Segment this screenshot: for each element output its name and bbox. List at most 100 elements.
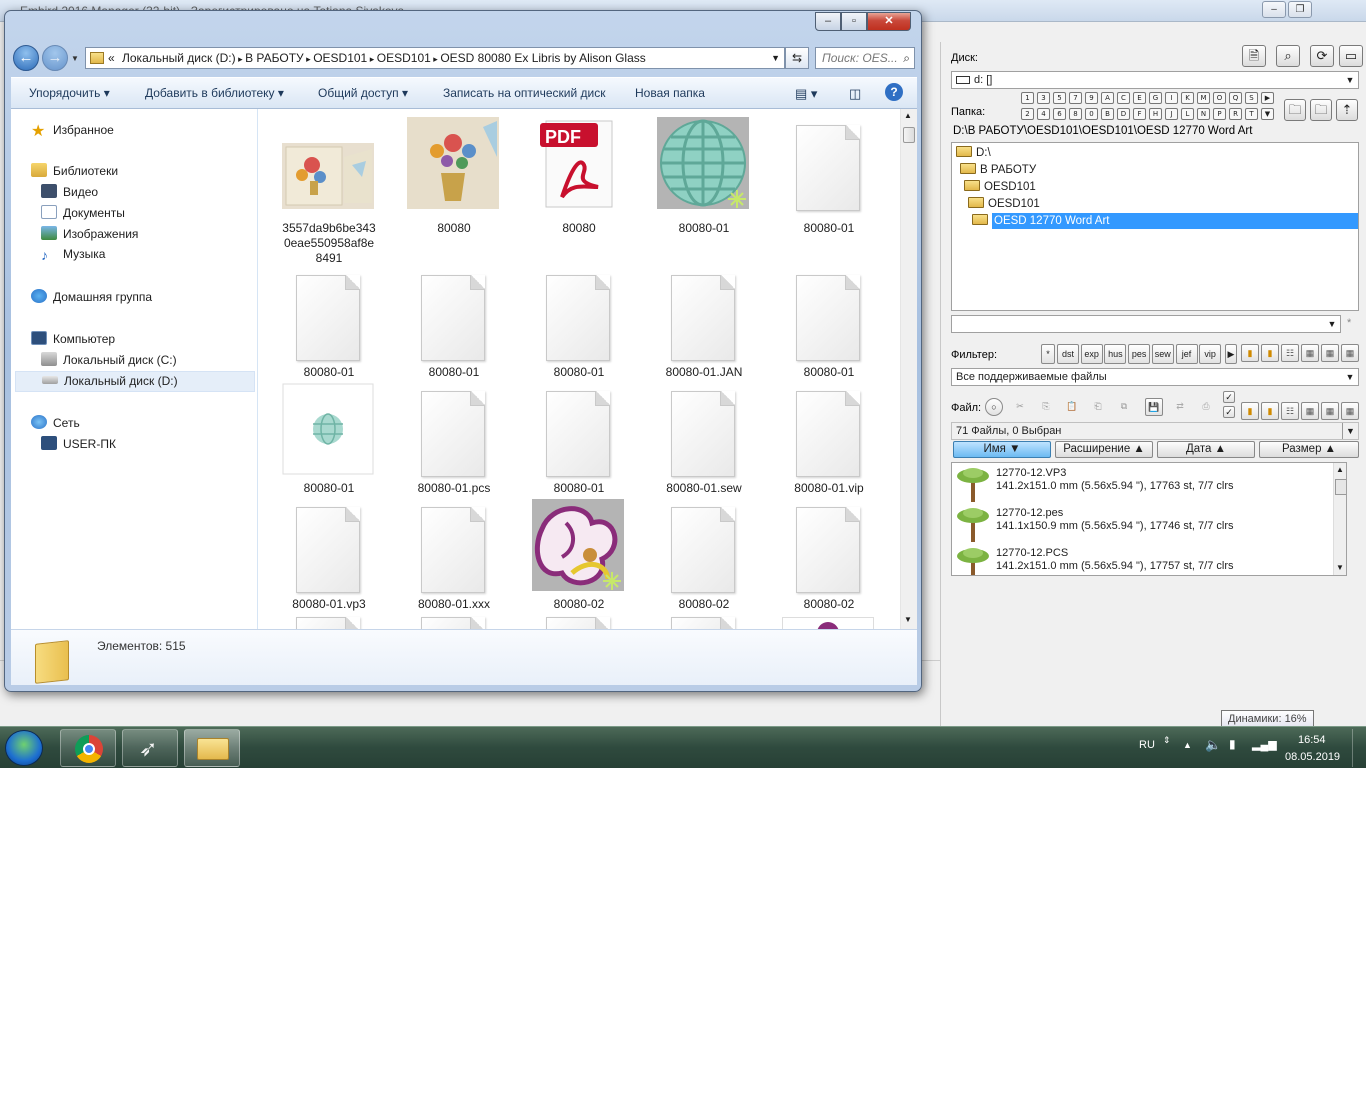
minimize-button[interactable]: – <box>815 12 841 31</box>
letter-button[interactable]: G <box>1149 92 1162 104</box>
file-tile[interactable]: 80080-01.xxx <box>387 499 499 629</box>
chrome-icon[interactable] <box>60 729 116 767</box>
tree-node[interactable]: OESD101 <box>964 179 1036 195</box>
filter-button[interactable]: * <box>1041 344 1055 364</box>
file-tile[interactable]: 80080-02 <box>637 499 749 629</box>
signal-icon[interactable]: ▂▄▆ <box>1252 738 1277 751</box>
breadcrumb-item[interactable]: OESD 80080 Ex Libris by Alison Glass <box>440 51 645 65</box>
clock-time[interactable]: 16:54 <box>1298 734 1326 746</box>
letter-button[interactable]: P <box>1213 108 1226 120</box>
thread-icon[interactable]: ▮ <box>1261 402 1279 420</box>
folder-up-icon[interactable]: ⇡ <box>1336 99 1358 121</box>
refresh-icon[interactable]: ⇆ <box>785 47 809 69</box>
nav-images[interactable]: Изображения <box>41 226 138 241</box>
breadcrumb-item[interactable]: OESD101 <box>313 51 367 65</box>
arrow-right-icon[interactable]: ▶ <box>1261 92 1274 104</box>
letter-button[interactable]: F <box>1133 108 1146 120</box>
document-icon[interactable] <box>421 617 485 629</box>
folder-icon[interactable]: 🗀 <box>1310 99 1332 121</box>
file-tile[interactable]: 3557da9b6be3430eae550958af8e8491 <box>262 117 376 265</box>
breadcrumb-item[interactable]: В РАБОТУ <box>245 51 304 65</box>
letter-button[interactable]: 8 <box>1069 108 1082 120</box>
letter-button[interactable]: A <box>1101 92 1114 104</box>
nav-homegroup[interactable]: Домашняя группа <box>31 289 152 304</box>
checkbox-1[interactable]: ✓ <box>1223 391 1235 403</box>
volume-icon[interactable]: 🔈 <box>1205 737 1221 753</box>
letter-button[interactable]: 6 <box>1053 108 1066 120</box>
content-scrollbar[interactable]: ▲ ▼ <box>900 109 917 629</box>
print-icon[interactable]: ⎙ <box>1197 398 1215 416</box>
document-icon[interactable] <box>671 617 735 629</box>
checkbox-2[interactable]: ✓ <box>1223 406 1235 418</box>
letter-button[interactable]: B <box>1101 108 1114 120</box>
file-tile[interactable]: 80080-02 <box>762 499 874 629</box>
letter-button[interactable]: 3 <box>1037 92 1050 104</box>
nav-music[interactable]: ♪ Музыка <box>41 247 105 263</box>
medium-icons-icon[interactable]: ▦ <box>1321 344 1339 362</box>
extra-combo[interactable]: ▼ <box>951 315 1341 333</box>
nav-disk-d[interactable]: Локальный диск (D:) <box>15 371 255 392</box>
breadcrumb-item[interactable]: OESD101 <box>377 51 431 65</box>
language-options-icon[interactable]: ⇕ <box>1163 735 1171 746</box>
start-button[interactable] <box>5 730 43 766</box>
list-view-icon[interactable]: ☷ <box>1281 344 1299 362</box>
filter-button[interactable]: hus <box>1104 344 1127 364</box>
cut-icon[interactable]: ✂ <box>1011 398 1029 416</box>
letter-button[interactable]: N <box>1197 108 1210 120</box>
filter-button[interactable]: pes <box>1128 344 1151 364</box>
embroidery-file-list[interactable]: 12770-12.VP3 141.2x151.0 mm (5.56x5.94 ")… <box>951 462 1347 576</box>
filter-button[interactable]: vip <box>1199 344 1222 364</box>
tree-node[interactable]: В РАБОТУ <box>960 162 1036 178</box>
back-button[interactable]: ← <box>13 45 39 71</box>
file-list-scrollbar[interactable]: ▲ ▼ <box>1333 463 1346 575</box>
organize-button[interactable]: Упорядочить ▾ <box>29 86 110 100</box>
clock-date[interactable]: 08.05.2019 <box>1285 751 1340 763</box>
filter-button[interactable]: sew <box>1151 344 1174 364</box>
letter-button[interactable]: H <box>1149 108 1162 120</box>
nav-pc[interactable]: USER-ПК <box>41 436 116 451</box>
disk-select[interactable]: d: [] ▼ <box>951 71 1359 89</box>
more-filters-icon[interactable]: ▶ <box>1225 344 1237 364</box>
close-button[interactable]: ✕ <box>867 12 911 31</box>
document-icon[interactable] <box>296 617 360 629</box>
new-folder-button[interactable]: Новая папка <box>635 86 705 100</box>
maximize-button[interactable]: ▫ <box>841 12 867 31</box>
small-icons-icon[interactable]: ▦ <box>1301 344 1319 362</box>
scroll-up-icon[interactable]: ▲ <box>1336 465 1344 474</box>
stop-icon[interactable]: ▮ <box>1241 402 1259 420</box>
chevron-down-icon[interactable]: ▼ <box>1261 108 1274 120</box>
save-icon[interactable]: 💾 <box>1145 398 1163 416</box>
address-bar[interactable]: « Локальный диск (D:) ▸ В РАБОТУ ▸ OESD1… <box>85 47 785 69</box>
scroll-thumb[interactable] <box>1335 479 1346 495</box>
language-indicator[interactable]: RU <box>1139 739 1155 751</box>
tree-node-selected[interactable]: OESD 12770 Word Art <box>972 213 1358 229</box>
tree-node-root[interactable]: D:\ <box>956 145 991 161</box>
chevron-down-icon[interactable]: ▼ <box>771 48 780 68</box>
large-icons-icon[interactable]: ▦ <box>1341 402 1359 420</box>
nav-network[interactable]: Сеть <box>31 415 80 430</box>
scroll-thumb[interactable] <box>903 127 915 143</box>
nav-documents[interactable]: Документы <box>41 205 125 220</box>
nav-computer[interactable]: Компьютер <box>31 331 115 346</box>
medium-icons-icon[interactable]: ▦ <box>1321 402 1339 420</box>
breadcrumb-item[interactable]: Локальный диск (D:) <box>122 51 236 65</box>
small-icons-icon[interactable]: ▦ <box>1301 402 1319 420</box>
paste-special-icon[interactable]: ⎗ <box>1089 398 1107 416</box>
view-options-icon[interactable]: ▤ ▾ <box>795 86 817 102</box>
letter-button[interactable]: 1 <box>1021 92 1034 104</box>
tree-node[interactable]: OESD101 <box>968 196 1040 212</box>
document-icon[interactable] <box>546 617 610 629</box>
column-extension[interactable]: Расширение ▲ <box>1055 441 1153 458</box>
add-to-library-button[interactable]: Добавить в библиотеку ▾ <box>145 86 284 100</box>
breadcrumb-separator-icon[interactable]: ▸ <box>236 54 246 64</box>
letter-button[interactable]: K <box>1181 92 1194 104</box>
export-icon[interactable]: ⇄ <box>1171 398 1189 416</box>
forward-button[interactable]: → <box>42 45 68 71</box>
file-tile[interactable]: 80080-01 <box>637 117 749 257</box>
restore-icon[interactable]: ❐ <box>1288 1 1312 18</box>
file-tile[interactable]: 80080-01 <box>762 117 874 257</box>
letter-button[interactable]: 5 <box>1053 92 1066 104</box>
save-file-icon[interactable]: 🗎 <box>1242 45 1266 67</box>
letter-button[interactable]: O <box>1213 92 1226 104</box>
letter-button[interactable]: 9 <box>1085 92 1098 104</box>
